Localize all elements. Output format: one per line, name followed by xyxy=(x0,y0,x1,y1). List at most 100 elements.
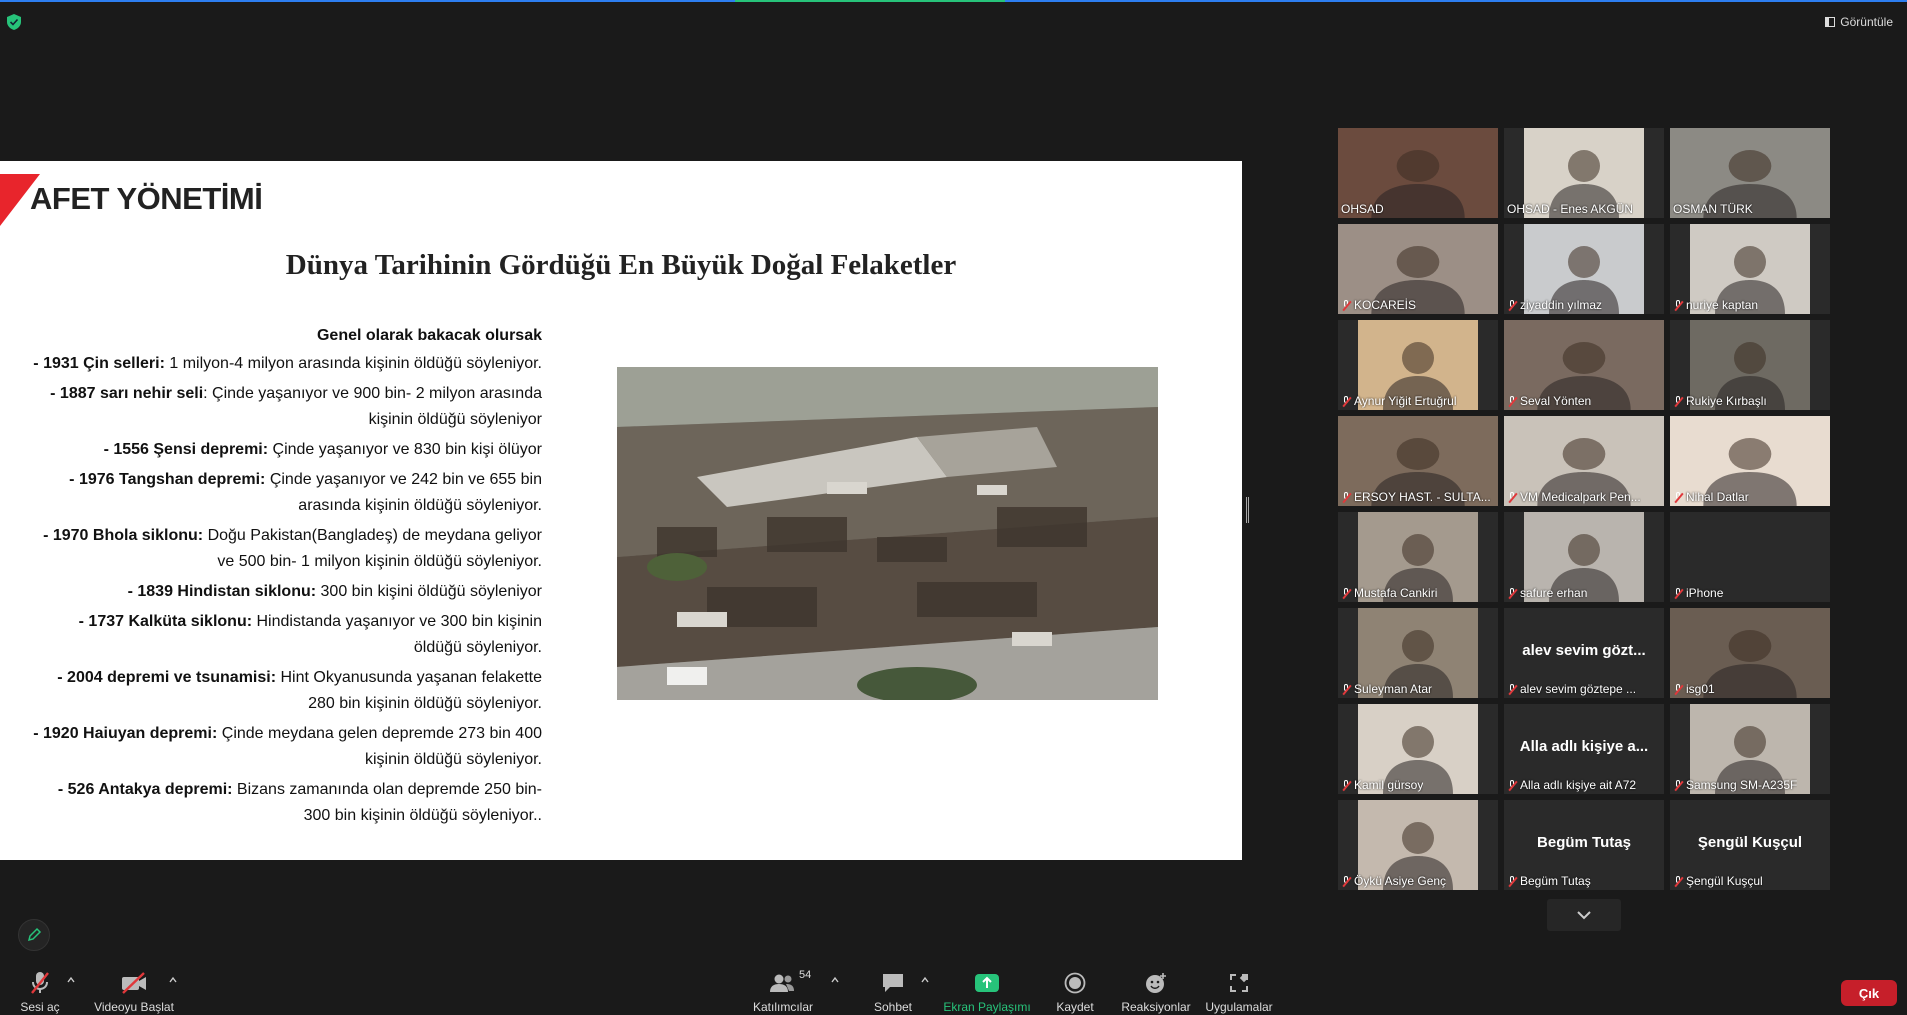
microphone-muted-icon xyxy=(1341,395,1351,407)
participant-name-label: Suleyman Atar xyxy=(1341,682,1432,696)
start-video-label: Videoyu Başlat xyxy=(94,1000,174,1014)
record-icon xyxy=(1064,970,1086,996)
disaster-item-text: : Çinde yaşanıyor ve 900 bin- 2 milyon a… xyxy=(203,385,542,428)
disaster-item-title: - 1839 Hindistan siklonu: xyxy=(127,583,317,600)
microphone-muted-icon xyxy=(1507,491,1517,503)
microphone-muted-icon xyxy=(1507,395,1517,407)
apps-label: Uygulamalar xyxy=(1205,1000,1273,1014)
disaster-item-title: - 1737 Kalküta siklonu: xyxy=(78,613,253,630)
participant-name: safure erhan xyxy=(1520,586,1588,600)
shield-icon[interactable] xyxy=(7,14,21,30)
participant-count: 54 xyxy=(799,969,812,981)
participant-tile[interactable]: OHSAD - Enes AKGÜN xyxy=(1504,128,1664,218)
participant-tile[interactable]: nuriye kaptan xyxy=(1670,224,1830,314)
participant-tile[interactable]: VM Medicalpark Pen... xyxy=(1504,416,1664,506)
participant-name-label: Begüm Tutaş xyxy=(1507,874,1591,888)
video-options-caret-icon[interactable] xyxy=(169,976,177,984)
chat-caret-icon[interactable] xyxy=(921,976,929,984)
pencil-icon xyxy=(27,927,42,942)
microphone-muted-icon xyxy=(1341,299,1351,311)
participant-tile[interactable]: Alla adlı kişiye a... Alla adlı kişiye ai… xyxy=(1504,704,1664,794)
audio-options-caret-icon[interactable] xyxy=(67,976,75,984)
chat-label: Sohbet xyxy=(873,1000,913,1014)
participant-name: Begüm Tutaş xyxy=(1520,874,1591,888)
chat-bubble-icon xyxy=(881,970,905,996)
participant-name: Mustafa Cankiri xyxy=(1354,586,1438,600)
participant-tile[interactable]: Mustafa Cankiri xyxy=(1338,512,1498,602)
split-view-handle[interactable] xyxy=(1246,497,1249,523)
participant-tile[interactable]: Suleyman Atar xyxy=(1338,608,1498,698)
participant-tile[interactable]: isg01 xyxy=(1670,608,1830,698)
participant-tile[interactable]: Şengül Kuşçul Şengül Kuşçul xyxy=(1670,800,1830,890)
microphone-muted-icon xyxy=(1673,491,1683,503)
participant-name-label: ziyaddin yılmaz xyxy=(1507,298,1602,312)
microphone-muted-icon xyxy=(1507,587,1517,599)
disaster-item: - 1920 Haiuyan depremi: Çinde meydana ge… xyxy=(30,721,542,773)
annotate-pencil-button[interactable] xyxy=(18,919,50,951)
microphone-muted-icon xyxy=(1341,587,1351,599)
record-label: Kaydet xyxy=(1056,1000,1094,1014)
participant-name: Samsung SM-A235F xyxy=(1686,778,1798,792)
participant-tile[interactable]: Samsung SM-A235F xyxy=(1670,704,1830,794)
reactions-button[interactable]: Reaksiyonlar xyxy=(1120,960,1192,1015)
disaster-item: - 1976 Tangshan depremi: Çinde yaşanıyor… xyxy=(30,467,542,519)
participant-name: ziyaddin yılmaz xyxy=(1520,298,1603,312)
disaster-item-title: - 1931 Çin selleri: xyxy=(33,355,165,372)
disaster-item-title: - 1556 Şensi depremi: xyxy=(103,441,269,458)
disaster-list-intro: Genel olarak bakacak olursak xyxy=(316,327,542,344)
participant-tile[interactable]: OHSAD xyxy=(1338,128,1498,218)
participant-name: Suleyman Atar xyxy=(1354,682,1433,696)
start-video-button[interactable]: Videoyu Başlat xyxy=(94,960,174,1015)
view-button[interactable]: Görüntüle xyxy=(1821,12,1897,32)
disaster-item-text: Bizans zamanında olan depremde 250 bin- … xyxy=(232,781,542,824)
unmute-button[interactable]: Sesi aç xyxy=(18,960,62,1015)
share-screen-button[interactable]: Ekran Paylaşımı xyxy=(942,960,1032,1015)
participant-name: alev sevim göztepe ... xyxy=(1520,682,1637,696)
participant-display-name: Alla adlı kişiye a... xyxy=(1519,738,1649,755)
participant-tile[interactable]: ERSOY HAST. - SULTA... xyxy=(1338,416,1498,506)
microphone-muted-icon xyxy=(1507,299,1517,311)
chat-button[interactable]: Sohbet xyxy=(868,960,918,1015)
participant-tile[interactable]: Rukiye Kırbaşlı xyxy=(1670,320,1830,410)
participant-tile[interactable]: ziyaddin yılmaz xyxy=(1504,224,1664,314)
apps-icon xyxy=(1228,970,1250,996)
top-accent-bar xyxy=(0,0,1907,2)
participant-tile[interactable]: alev sevim gözt... alev sevim göztepe ... xyxy=(1504,608,1664,698)
microphone-muted-icon xyxy=(1673,587,1683,599)
earthquake-aerial-photo xyxy=(617,367,1158,700)
participant-name: isg01 xyxy=(1686,682,1715,696)
disaster-item-text: 300 bin kişini öldüğü söyleniyor xyxy=(316,583,542,600)
participant-name-label: iPhone xyxy=(1673,586,1723,600)
participant-name: nuriye kaptan xyxy=(1686,298,1759,312)
participant-tile[interactable]: iPhone xyxy=(1670,512,1830,602)
participant-name: Öykü Asiye Genç xyxy=(1354,874,1447,888)
participant-tile[interactable]: Begüm Tutaş Begüm Tutaş xyxy=(1504,800,1664,890)
participant-name-label: Kamil gürsoy xyxy=(1341,778,1423,792)
disaster-item: - 526 Antakya depremi: Bizans zamanında … xyxy=(30,777,542,829)
microphone-muted-icon xyxy=(1507,683,1517,695)
leave-meeting-button[interactable]: Çık xyxy=(1841,980,1897,1006)
participant-tile[interactable]: OSMAN TÜRK xyxy=(1670,128,1830,218)
participant-tile[interactable]: Öykü Asiye Genç xyxy=(1338,800,1498,890)
microphone-muted-icon xyxy=(1673,779,1683,791)
participants-caret-icon[interactable] xyxy=(831,976,839,984)
participant-tile[interactable]: KOCAREİS xyxy=(1338,224,1498,314)
microphone-muted-icon xyxy=(1507,779,1517,791)
participant-tile[interactable]: Aynur Yiğit Ertuğrul xyxy=(1338,320,1498,410)
participant-tile[interactable]: Seval Yönten xyxy=(1504,320,1664,410)
apps-button[interactable]: Uygulamalar xyxy=(1200,960,1278,1015)
participant-tile[interactable]: Kamil gürsoy xyxy=(1338,704,1498,794)
participant-name: VM Medicalpark Pen... xyxy=(1520,490,1641,504)
participant-name: ERSOY HAST. - SULTA... xyxy=(1354,490,1491,504)
slide-heading: Dünya Tarihinin Gördüğü En Büyük Doğal F… xyxy=(285,249,957,281)
share-screen-label: Ekran Paylaşımı xyxy=(943,1000,1031,1014)
participant-tile[interactable]: safure erhan xyxy=(1504,512,1664,602)
disaster-list: Genel olarak bakacak olursak - 1931 Çin … xyxy=(30,323,542,833)
unmute-label: Sesi aç xyxy=(20,1000,60,1014)
record-button[interactable]: Kaydet xyxy=(1050,960,1100,1015)
participant-name-label: OHSAD xyxy=(1341,202,1384,216)
participant-tile[interactable]: Nihal Datlar xyxy=(1670,416,1830,506)
disaster-item-text: Hindistanda yaşanıyor ve 300 bin kişinin… xyxy=(252,613,542,656)
view-button-label: Görüntüle xyxy=(1840,15,1893,29)
gallery-next-page-button[interactable] xyxy=(1547,899,1621,931)
